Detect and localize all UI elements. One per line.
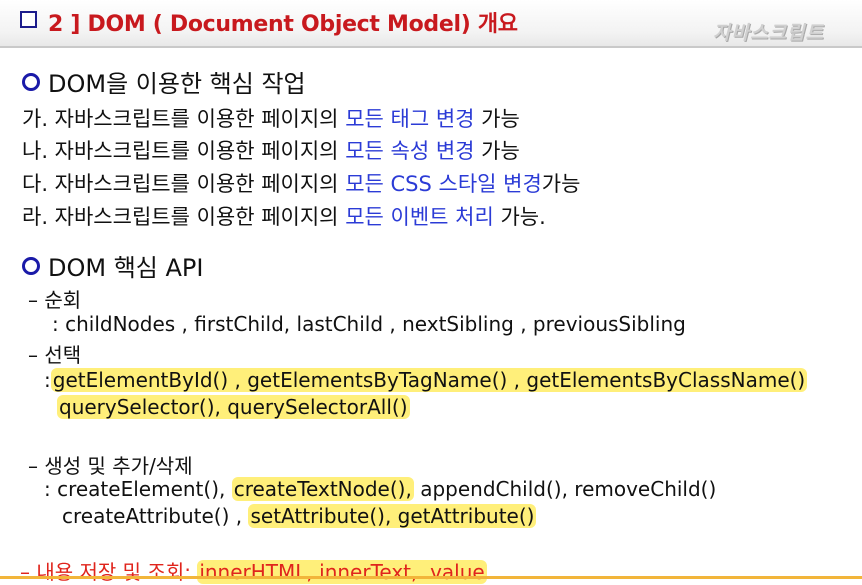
content-label: – 내용 저장 및 조회: bbox=[20, 560, 191, 584]
item-highlight: 모든 태그 변경 bbox=[345, 107, 475, 131]
item-highlight: 모든 CSS 스타일 변경 bbox=[345, 172, 542, 196]
traverse-label: – 순회 bbox=[28, 288, 82, 312]
colon: : bbox=[44, 368, 51, 392]
create-line-1: : createElement(), createTextNode(), app… bbox=[44, 477, 716, 501]
create-textnode-highlight: createTextNode(), bbox=[231, 477, 414, 501]
section-heading-core-api: DOM 핵심 API bbox=[22, 248, 203, 283]
item-prefix: 가. 자바스크립트를 이용한 페이지의 bbox=[22, 107, 346, 131]
item-prefix: 라. 자바스크립트를 이용한 페이지의 bbox=[22, 205, 346, 229]
item-prefix: 다. 자바스크립트를 이용한 페이지의 bbox=[22, 172, 346, 196]
item-prefix: 나. 자바스크립트를 이용한 페이지의 bbox=[22, 139, 346, 163]
slide-header: 2 ] DOM ( Document Object Model) 개요 자바스크… bbox=[0, 0, 862, 48]
select-line-2: querySelector(), querySelectorAll() bbox=[57, 395, 410, 419]
create-line-2: createAttribute() , setAttribute(), getA… bbox=[62, 504, 537, 528]
append-remove-text: appendChild(), removeChild() bbox=[420, 477, 717, 501]
content-line: – 내용 저장 및 조회: innerHTML, innerText, .val… bbox=[20, 556, 487, 585]
section-title: DOM을 이용한 핵심 작업 bbox=[48, 70, 306, 98]
create-element-text: : createElement(), bbox=[44, 477, 226, 501]
select-label: – 선택 bbox=[28, 343, 82, 367]
section-heading-core-tasks: DOM을 이용한 핵심 작업 bbox=[22, 64, 306, 99]
set-get-attribute-highlight: setAttribute(), getAttribute() bbox=[248, 504, 537, 528]
item-highlight: 모든 속성 변경 bbox=[345, 139, 475, 163]
select-line-1: : getElementById() , getElementsByTagName… bbox=[44, 368, 808, 392]
checkbox-bullet-icon bbox=[20, 11, 37, 28]
brand-label: 자바스크립트 bbox=[713, 22, 824, 44]
item-suffix: 가능 bbox=[474, 139, 520, 163]
slide-title: 2 ] DOM ( Document Object Model) 개요 bbox=[48, 12, 518, 37]
list-item: 가. 자바스크립트를 이용한 페이지의 모든 태그 변경 가능 bbox=[22, 103, 520, 133]
list-item: 라. 자바스크립트를 이용한 페이지의 모든 이벤트 처리 가능. bbox=[22, 201, 546, 231]
traverse-content: : childNodes , firstChild, lastChild , n… bbox=[52, 312, 686, 336]
item-highlight: 모든 이벤트 처리 bbox=[345, 205, 494, 229]
item-suffix: 가능. bbox=[493, 205, 546, 229]
create-attribute-text: createAttribute() , bbox=[62, 504, 243, 528]
query-methods-highlight: querySelector(), querySelectorAll() bbox=[57, 395, 410, 419]
item-suffix: 가능 bbox=[541, 172, 581, 196]
list-item: 나. 자바스크립트를 이용한 페이지의 모든 속성 변경 가능 bbox=[22, 135, 520, 165]
item-suffix: 가능 bbox=[474, 107, 520, 131]
list-item: 다. 자바스크립트를 이용한 페이지의 모든 CSS 스타일 변경가능 bbox=[22, 168, 580, 198]
circle-bullet-icon bbox=[22, 256, 40, 275]
circle-bullet-icon bbox=[22, 72, 40, 91]
create-label: – 생성 및 추가/삭제 bbox=[28, 454, 193, 478]
select-methods-highlight: getElementById() , getElementsByTagName(… bbox=[50, 368, 808, 392]
section-title: DOM 핵심 API bbox=[48, 254, 204, 282]
content-methods-highlight: innerHTML, innerText, .value bbox=[197, 560, 487, 584]
